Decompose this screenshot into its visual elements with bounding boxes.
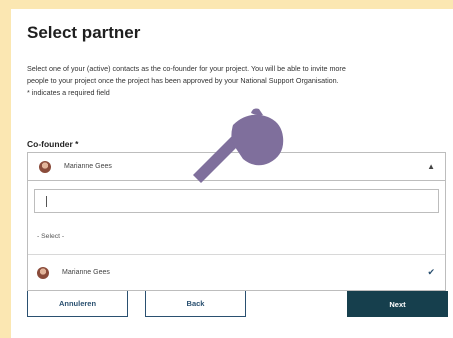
- selected-contact-name: Marianne Gees: [64, 163, 112, 170]
- avatar: [37, 266, 49, 279]
- dropdown-search-input[interactable]: [34, 189, 439, 213]
- description-line-2: people to your project once the project …: [27, 76, 339, 85]
- co-founder-label: Co-founder *: [27, 139, 79, 149]
- cancel-button[interactable]: Annuleren: [27, 291, 128, 317]
- dialog-panel: Select partner Select one of your (activ…: [11, 9, 453, 338]
- contact-option-name: Marianne Gees: [62, 269, 110, 276]
- back-button[interactable]: Back: [145, 291, 246, 317]
- avatar: [39, 160, 51, 173]
- chevron-up-icon[interactable]: ▲: [427, 162, 435, 171]
- page-title: Select partner: [27, 23, 141, 42]
- page-description: Select one of your (active) contacts as …: [27, 63, 443, 99]
- pointing-hand-icon: [193, 108, 284, 183]
- next-button[interactable]: Next: [347, 291, 448, 317]
- co-founder-dropdown: - Select - Marianne Gees ✔: [27, 181, 446, 291]
- description-line-1: Select one of your (active) contacts as …: [27, 64, 346, 73]
- check-icon: ✔: [427, 267, 435, 277]
- contact-option[interactable]: Marianne Gees ✔: [28, 255, 445, 290]
- select-placeholder-option[interactable]: - Select -: [37, 233, 64, 240]
- required-note: * indicates a required field: [27, 88, 110, 97]
- text-caret: [46, 196, 47, 207]
